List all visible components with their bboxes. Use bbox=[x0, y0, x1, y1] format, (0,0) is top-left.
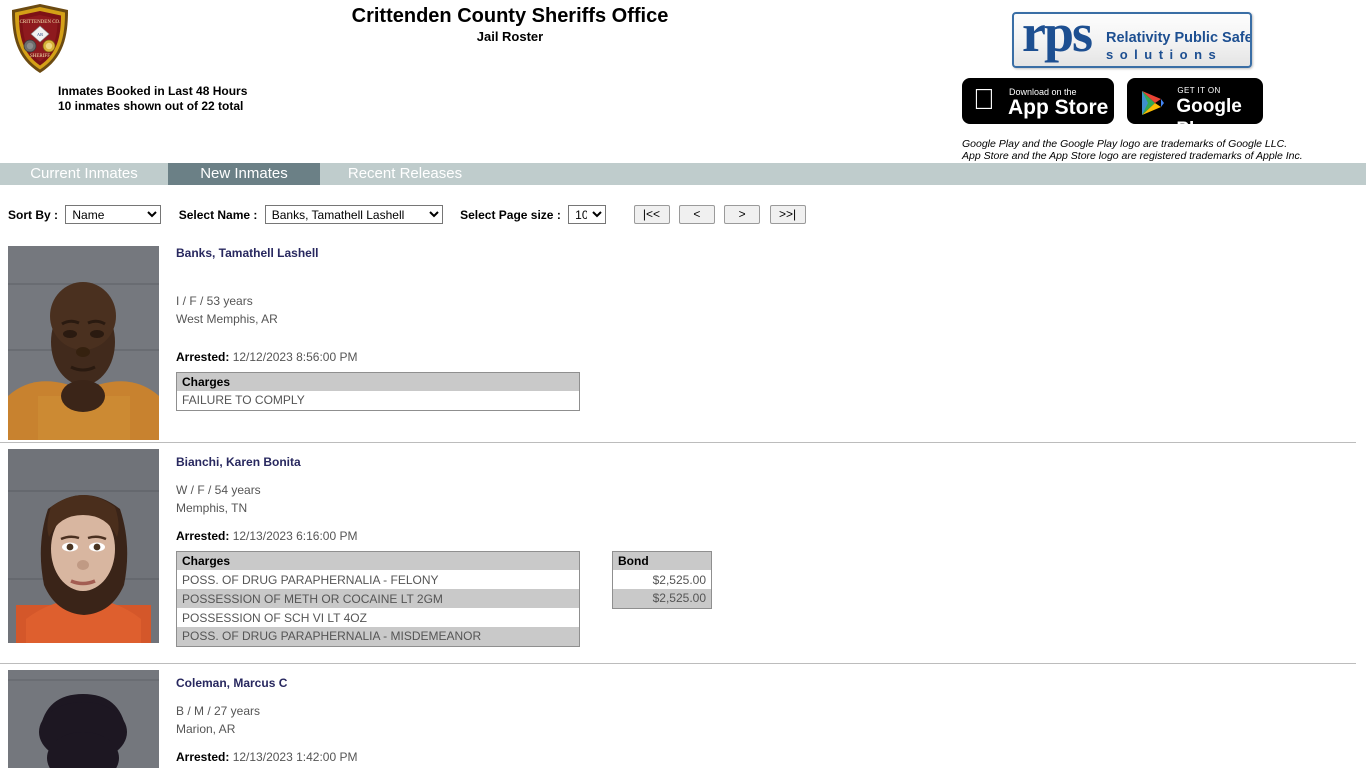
google-play-big-label: Google Play bbox=[1176, 96, 1242, 140]
google-play-button[interactable]: GET IT ON Google Play bbox=[1127, 78, 1264, 140]
table-row: POSSESSION OF SCH VI LT 4OZ bbox=[177, 608, 580, 627]
last-page-button[interactable]: >>| bbox=[769, 205, 806, 224]
inmate-demographics: W / F / 54 years bbox=[176, 483, 261, 497]
charges-table: Charges FAILURE TO COMPLY bbox=[176, 372, 580, 411]
tab-recent-releases[interactable]: Recent Releases bbox=[320, 163, 490, 185]
page-subtitle: Jail Roster bbox=[476, 29, 544, 44]
bond-cell: $2,525.00 bbox=[612, 589, 712, 608]
arrested-label: Arrested: bbox=[176, 350, 230, 364]
inmate-count-label: 10 inmates shown out of 22 total bbox=[58, 99, 244, 113]
trademark-line-apple: App Store and the App Store logo are reg… bbox=[962, 150, 1303, 162]
charge-cell: POSSESSION OF METH OR COCAINE LT 2GM bbox=[176, 589, 580, 608]
google-play-icon bbox=[1140, 90, 1165, 116]
table-row: POSS. OF DRUG PARAPHERNALIA - MISDEMEANO… bbox=[176, 627, 580, 646]
inmate-arrested: Arrested: 12/13/2023 1:42:00 PM bbox=[176, 750, 1356, 764]
table-row: $2,525.00 bbox=[613, 570, 712, 589]
rps-tagline-secondary: solutions bbox=[1106, 47, 1223, 62]
arrested-label: Arrested: bbox=[176, 750, 230, 764]
table-row: POSSESSION OF METH OR COCAINE LT 2GM bbox=[176, 589, 580, 608]
page-header: CRITTENDEN CO. AR SHERIFF Crittenden Cou… bbox=[0, 0, 1366, 162]
inmate-arrested: Arrested: 12/12/2023 8:56:00 PM bbox=[176, 350, 1356, 364]
charges-header: Charges bbox=[176, 372, 580, 391]
charge-cell: POSS. OF DRUG PARAPHERNALIA - MISDEMEANO… bbox=[176, 627, 580, 646]
app-store-button[interactable]:  Download on the App Store bbox=[962, 78, 1114, 124]
page-title-block: Crittenden County Sheriffs Office Jail R… bbox=[0, 4, 1020, 45]
page-title: Crittenden County Sheriffs Office bbox=[351, 5, 669, 27]
apple-icon:  bbox=[973, 86, 995, 115]
inmate-arrested: Arrested: 12/13/2023 6:16:00 PM bbox=[176, 529, 1356, 543]
jail-roster-page: CRITTENDEN CO. AR SHERIFF Crittenden Cou… bbox=[0, 0, 1366, 768]
app-store-badges:  Download on the App Store GET IT ON Go… bbox=[962, 78, 1264, 140]
sort-by-label: Sort By : bbox=[8, 207, 59, 222]
roster-controls: Sort By : Name Select Name : Banks, Tama… bbox=[0, 205, 1366, 235]
inmate-record: Coleman, Marcus C B / M / 27 years Mario… bbox=[0, 663, 1356, 768]
inmate-details: Banks, Tamathell Lashell I / F / 53 year… bbox=[176, 240, 1356, 436]
inmate-city: West Memphis, AR bbox=[176, 312, 278, 326]
inmate-city: Memphis, TN bbox=[176, 501, 248, 515]
inmate-name-link[interactable]: Banks, Tamathell Lashell bbox=[176, 246, 319, 260]
charges-table: Charges POSS. OF DRUG PARAPHERNALIA - FE… bbox=[176, 551, 580, 647]
inmate-details: Coleman, Marcus C B / M / 27 years Mario… bbox=[176, 670, 1356, 768]
arrested-value: 12/13/2023 1:42:00 PM bbox=[232, 750, 358, 764]
bond-header: Bond bbox=[612, 551, 712, 570]
inmate-demographics: B / M / 27 years bbox=[176, 704, 261, 718]
charge-cell: POSS. OF DRUG PARAPHERNALIA - FELONY bbox=[182, 572, 439, 587]
sort-by-select[interactable]: Name bbox=[65, 205, 162, 224]
first-page-button[interactable]: |<< bbox=[633, 205, 670, 224]
app-store-big-label: App Store bbox=[1008, 96, 1109, 119]
table-row: FAILURE TO COMPLY bbox=[177, 391, 580, 410]
rps-logo-box: rps Relativity Public Safety solutions bbox=[1012, 12, 1252, 68]
inmate-details: Bianchi, Karen Bonita W / F / 54 years M… bbox=[176, 449, 1356, 657]
svg-text:SHERIFF: SHERIFF bbox=[30, 54, 50, 59]
trademark-notice: Google Play and the Google Play logo are… bbox=[962, 138, 1303, 162]
page-size-select[interactable]: 10 bbox=[568, 205, 607, 224]
inmate-record: Banks, Tamathell Lashell I / F / 53 year… bbox=[0, 240, 1356, 442]
pagination-controls: |<< < > >>| bbox=[633, 205, 812, 224]
inmate-record: Bianchi, Karen Bonita W / F / 54 years M… bbox=[0, 442, 1356, 663]
inmate-city: Marion, AR bbox=[176, 722, 236, 736]
arrested-value: 12/13/2023 6:16:00 PM bbox=[232, 529, 358, 543]
charge-cell: POSSESSION OF SCH VI LT 4OZ bbox=[182, 610, 367, 625]
table-row: POSS. OF DRUG PARAPHERNALIA - FELONY bbox=[177, 570, 580, 589]
bond-cell: $2,525.00 bbox=[652, 572, 706, 587]
inmate-list: Banks, Tamathell Lashell I / F / 53 year… bbox=[0, 240, 1366, 768]
inmate-mugshot[interactable] bbox=[8, 449, 159, 643]
inmate-mugshot[interactable] bbox=[8, 670, 159, 768]
tab-current-inmates[interactable]: Current Inmates bbox=[0, 163, 168, 185]
inmate-name-link[interactable]: Bianchi, Karen Bonita bbox=[176, 455, 301, 469]
page-size-label: Select Page size : bbox=[460, 207, 561, 222]
trademark-line-google: Google Play and the Google Play logo are… bbox=[962, 138, 1288, 150]
charges-header: Charges bbox=[176, 551, 580, 570]
booked-summary: Inmates Booked in Last 48 Hours 10 inmat… bbox=[58, 84, 247, 114]
prev-page-button[interactable]: < bbox=[678, 205, 715, 224]
inmate-name-link[interactable]: Coleman, Marcus C bbox=[176, 676, 287, 690]
charge-cell: FAILURE TO COMPLY bbox=[182, 393, 305, 408]
rps-tagline-primary: Relativity Public Safety bbox=[1106, 30, 1252, 46]
inmate-tables: Charges FAILURE TO COMPLY bbox=[176, 372, 1356, 418]
select-name-dropdown[interactable]: Banks, Tamathell Lashell bbox=[264, 205, 443, 224]
charges-body: FAILURE TO COMPLY bbox=[177, 391, 580, 410]
bond-table: Bond $2,525.00 $2,525.00 bbox=[612, 551, 712, 609]
roster-tabs: Current Inmates New Inmates Recent Release… bbox=[0, 163, 1366, 185]
charges-body: POSS. OF DRUG PARAPHERNALIA - FELONY POSS… bbox=[176, 570, 580, 646]
select-name-label: Select Name : bbox=[178, 207, 258, 222]
arrested-label: Arrested: bbox=[176, 529, 230, 543]
inmate-mugshot[interactable] bbox=[8, 246, 159, 440]
bond-body: $2,525.00 $2,525.00 bbox=[612, 570, 712, 608]
inmate-tables: Charges POSS. OF DRUG PARAPHERNALIA - FE… bbox=[176, 551, 1356, 657]
inmate-demographics: I / F / 53 years bbox=[176, 294, 253, 308]
next-page-button[interactable]: > bbox=[724, 205, 761, 224]
table-row: $2,525.00 bbox=[612, 589, 712, 608]
rps-logo: rps rps Relativity Public Safety solutio… bbox=[1012, 3, 1252, 70]
tab-new-inmates[interactable]: New Inmates bbox=[168, 163, 320, 185]
booked-period-label: Inmates Booked in Last 48 Hours bbox=[58, 84, 248, 98]
arrested-value: 12/12/2023 8:56:00 PM bbox=[232, 350, 358, 364]
rps-wordmark: rps bbox=[1022, 12, 1093, 63]
